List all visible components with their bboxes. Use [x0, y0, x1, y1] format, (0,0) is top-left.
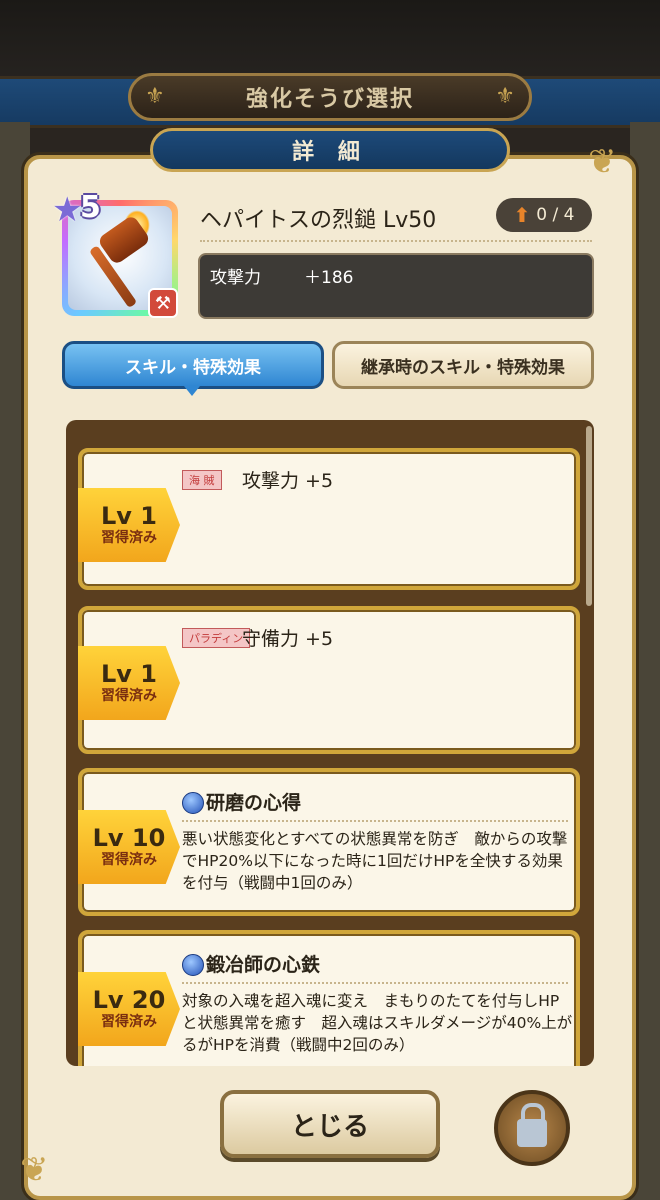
skill-description: 悪い状態変化とすべての状態異常を防ぎ 敵からの攻撃でHP20%以下になった時に1… — [182, 830, 568, 892]
divider — [200, 240, 592, 242]
divider — [182, 820, 568, 822]
axe-type-icon: ⚒ — [148, 288, 178, 318]
top-background — [0, 0, 660, 80]
star-icon: ★ — [52, 190, 83, 230]
upgrade-count: 0 / 4 — [536, 205, 575, 225]
unlock-icon — [517, 1103, 547, 1147]
detail-tab-header: 詳 細 — [150, 128, 510, 172]
header-plaque: ⚜ 強化そうび選択 ⚜ — [128, 73, 532, 121]
skill-effect: 守備力 +5 — [242, 628, 334, 650]
job-tag: 海 賊 — [182, 470, 222, 490]
level-tag: Lv 20 習得済み — [78, 972, 180, 1046]
skill-orb-icon — [182, 792, 204, 814]
stat-box: 攻撃力 ＋186 — [198, 253, 594, 319]
level-label: Lv 1 — [101, 660, 157, 688]
page-title: 強化そうび選択 — [245, 87, 414, 112]
level-label: Lv 10 — [92, 824, 166, 852]
tab-pointer — [184, 386, 200, 396]
level-tag: Lv 1 習得済み — [78, 488, 180, 562]
skill-list[interactable]: Lv 1 習得済み 海 賊 攻撃力 +5 Lv 1 習得済み パラディン 守備力… — [66, 420, 594, 1066]
upgrade-badge: ⬆ 0 / 4 — [496, 198, 592, 232]
corner-ornament-icon: ❦ — [20, 1150, 49, 1190]
learned-label: 習得済み — [101, 1014, 157, 1030]
arrow-up-icon: ⬆ — [513, 203, 531, 227]
job-tag: パラディン — [182, 628, 251, 648]
learned-label: 習得済み — [101, 688, 157, 704]
fleur-ornament-icon: ⚜ — [145, 84, 165, 109]
fleur-ornament-icon: ⚜ — [495, 84, 515, 109]
detail-tab-label: 詳 細 — [292, 140, 368, 165]
level-tag: Lv 1 習得済み — [78, 646, 180, 720]
level-label: Lv 20 — [92, 986, 166, 1014]
skill-card: Lv 20 習得済み 鍛冶師の心鉄 対象の入魂を超入魂に変え まもりのたてを付与… — [78, 930, 580, 1066]
tab-inherited-skills[interactable]: 継承時のスキル・特殊効果 — [332, 341, 594, 389]
skill-effect: 攻撃力 +5 — [242, 470, 334, 492]
item-name: ヘパイトスの烈鎚 Lv50 — [200, 208, 437, 233]
skill-card: Lv 1 習得済み 海 賊 攻撃力 +5 — [78, 448, 580, 590]
learned-label: 習得済み — [101, 530, 157, 546]
corner-ornament-icon: ❦ — [588, 142, 617, 182]
rarity-number: 5 — [80, 190, 101, 225]
learned-label: 習得済み — [101, 852, 157, 868]
tab-skills[interactable]: スキル・特殊効果 — [62, 341, 324, 389]
stat-value: ＋186 — [304, 268, 354, 288]
level-label: Lv 1 — [101, 502, 157, 530]
skill-card: Lv 1 習得済み パラディン 守備力 +5 — [78, 606, 580, 754]
skill-name: 鍛冶師の心鉄 — [206, 954, 321, 976]
skill-name: 研磨の心得 — [206, 792, 302, 814]
scrollbar[interactable] — [586, 426, 592, 606]
stat-label: 攻撃力 — [210, 268, 261, 288]
level-tag: Lv 10 習得済み — [78, 810, 180, 884]
skill-description: 対象の入魂を超入魂に変え まもりのたてを付与しHPと状態異常を癒す 超入魂はスキ… — [182, 992, 573, 1054]
skill-card: Lv 10 習得済み 研磨の心得 悪い状態変化とすべての状態異常を防ぎ 敵からの… — [78, 768, 580, 916]
divider — [182, 982, 568, 984]
lock-button[interactable] — [494, 1090, 570, 1166]
close-button[interactable]: とじる — [220, 1090, 440, 1158]
skill-orb-icon — [182, 954, 204, 976]
